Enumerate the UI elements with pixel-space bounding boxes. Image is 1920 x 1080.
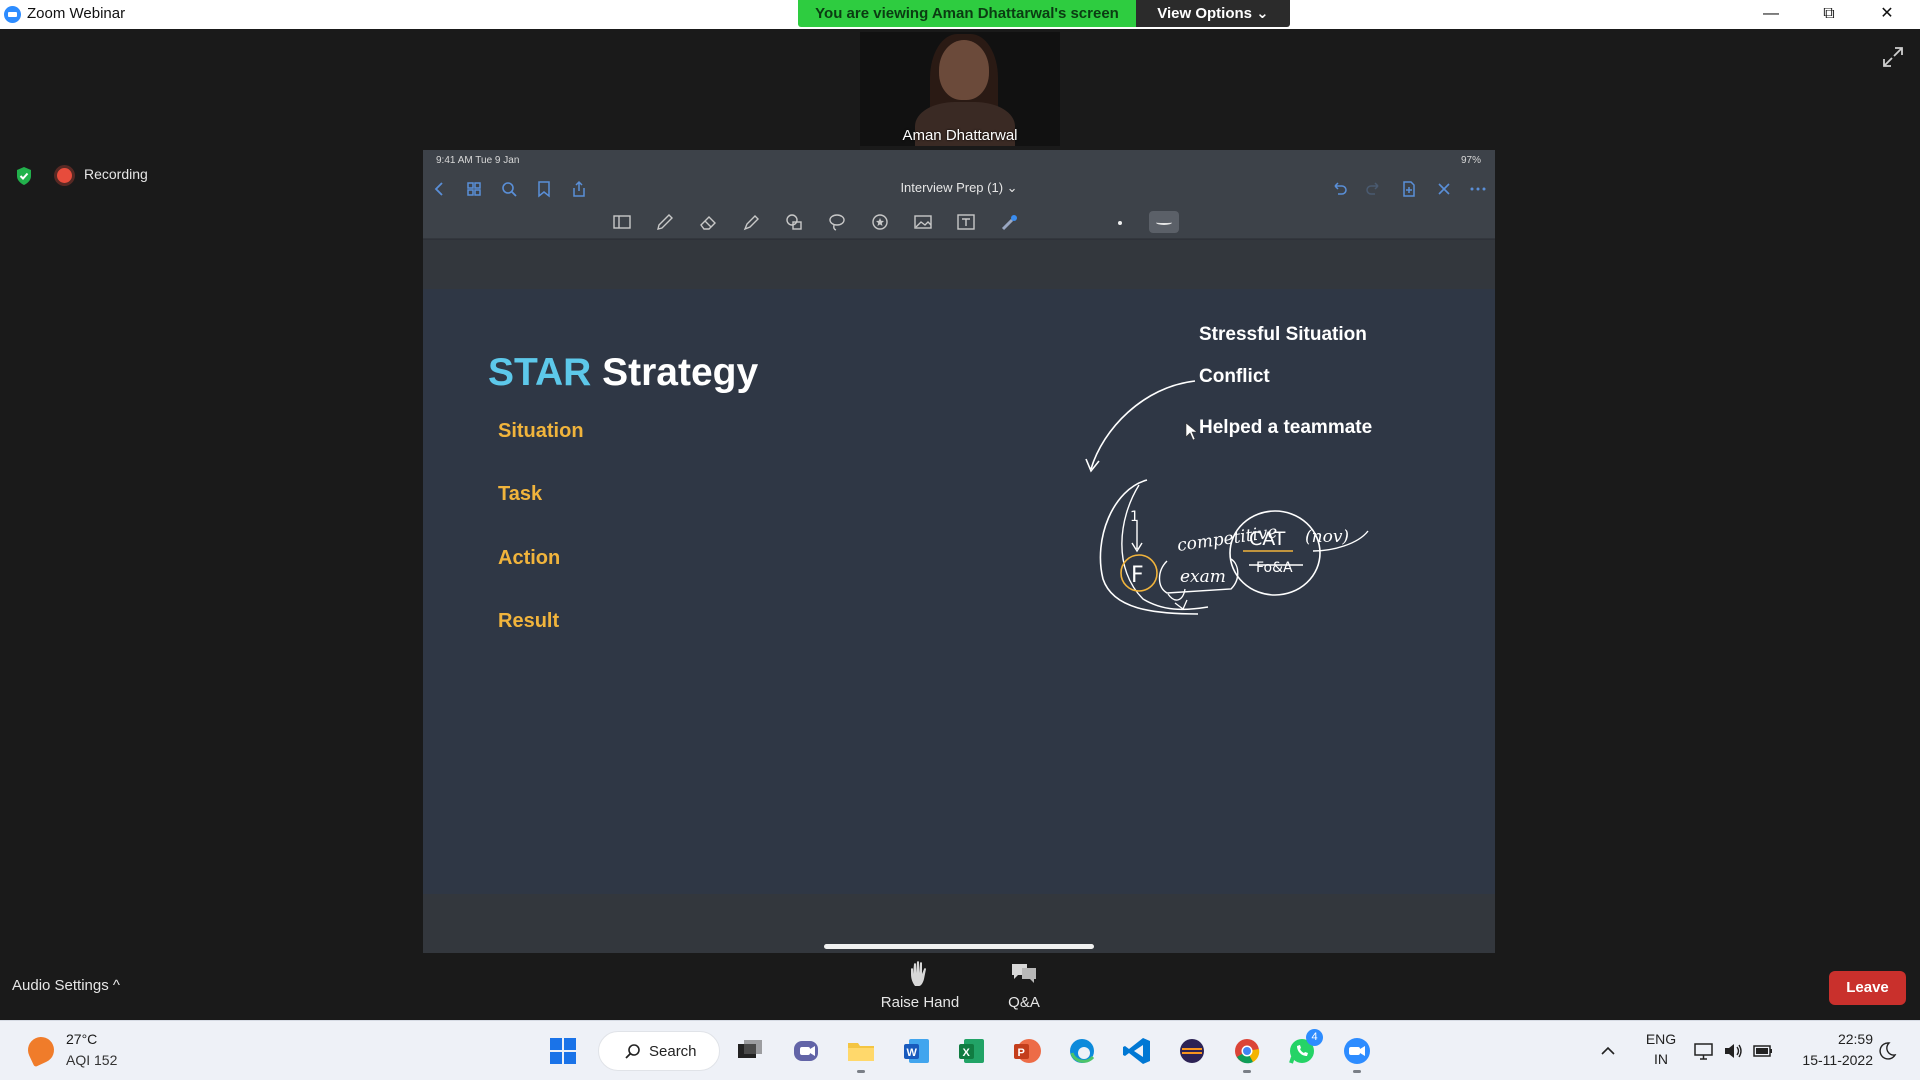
view-options-button[interactable]: View Options ⌄ [1136, 0, 1290, 27]
window-title: Zoom Webinar [27, 5, 126, 22]
clock-time[interactable]: 22:59 [1793, 1031, 1873, 1047]
shared-screen: 9:41 AM Tue 9 Jan 97% Interview Prep (1)… [423, 150, 1495, 953]
ink-down-arrow [1131, 521, 1143, 553]
zoom-icon[interactable] [1341, 1035, 1373, 1067]
stroke-style-icon[interactable] [1149, 211, 1179, 233]
zoom-webinar-window: Zoom Webinar You are viewing Aman Dhatta… [0, 0, 1920, 1080]
zoom-app-icon [4, 6, 21, 23]
ink-exam: exam [1180, 567, 1226, 587]
raise-hand-button[interactable]: Raise Hand [875, 960, 965, 1011]
raise-hand-icon [911, 961, 926, 986]
ink-number-one: 1 [1130, 509, 1139, 525]
word-icon[interactable]: W [901, 1035, 933, 1067]
title-bar: Zoom Webinar You are viewing Aman Dhatta… [0, 0, 1920, 29]
ink-nov: (nov) [1305, 527, 1349, 547]
pen-icon[interactable] [654, 212, 676, 232]
handwritten-annotations: F exam competitive CAT Fo&A (nov) 1 [1085, 380, 1369, 615]
participant-video[interactable]: Aman Dhattarwal [860, 32, 1060, 146]
image-icon[interactable] [912, 212, 934, 232]
edge-icon[interactable] [1066, 1035, 1098, 1067]
page-view-icon[interactable] [611, 212, 633, 232]
shapes-icon[interactable] [783, 212, 805, 232]
language-region[interactable]: IN [1643, 1051, 1679, 1067]
lasso-icon[interactable] [826, 212, 848, 232]
highlighter-icon[interactable] [740, 212, 762, 232]
chevron-up-icon[interactable] [1598, 1041, 1618, 1061]
page-separator [423, 240, 1495, 289]
ipad-nav-bar: Interview Prep (1) ⌄ [423, 172, 1495, 204]
taskbar-search-label: Search [649, 1043, 697, 1060]
redo-icon[interactable] [1365, 180, 1383, 198]
weather-aqi[interactable]: AQI 152 [66, 1052, 117, 1068]
slide-page: STAR Strategy Situation Task Action Resu… [423, 289, 1495, 894]
text-box-icon[interactable] [955, 212, 977, 232]
qa-button[interactable]: Q&A [979, 960, 1069, 1011]
language-code[interactable]: ENG [1643, 1031, 1679, 1047]
vscode-icon[interactable] [1121, 1035, 1153, 1067]
search-icon [625, 1044, 640, 1059]
screen-share-banner: You are viewing Aman Dhattarwal's screen [798, 0, 1136, 27]
weather-temperature[interactable]: 27°C [66, 1031, 97, 1047]
raise-hand-label: Raise Hand [880, 994, 960, 1011]
ink-letter-f: F [1131, 563, 1144, 588]
ipad-tool-bar [423, 204, 1495, 239]
windows-taskbar: 27°C AQI 152 Search W X P 4 ENG IN 22:59… [0, 1020, 1920, 1080]
sticker-icon[interactable] [869, 212, 891, 232]
recording-label: Recording [84, 166, 148, 182]
close-icon[interactable] [1435, 180, 1453, 198]
eraser-icon[interactable] [697, 212, 719, 232]
home-indicator[interactable] [824, 944, 1094, 949]
expand-icon[interactable] [1880, 44, 1906, 70]
clock-date[interactable]: 15-11-2022 [1793, 1052, 1873, 1068]
minimize-button[interactable]: — [1742, 0, 1800, 29]
laser-pointer-icon[interactable] [998, 212, 1020, 232]
windows-start-icon[interactable] [547, 1035, 579, 1067]
whatsapp-unread-badge: 4 [1306, 1029, 1323, 1046]
ink-arrow-stroke [1090, 380, 1196, 470]
qa-icon [1012, 964, 1036, 983]
add-page-icon[interactable] [1400, 180, 1418, 198]
undo-icon[interactable] [1330, 180, 1348, 198]
chrome-active-indicator [1243, 1070, 1251, 1073]
recording-icon [57, 168, 72, 183]
ipad-battery: 97% [1460, 155, 1481, 166]
ink-crossed-word: Fo&A [1256, 560, 1293, 576]
network-icon[interactable] [1693, 1040, 1715, 1062]
excel-icon[interactable]: X [956, 1035, 988, 1067]
taskbar-search[interactable]: Search [598, 1031, 720, 1071]
more-icon[interactable] [1469, 180, 1487, 198]
svg-text:X: X [963, 1047, 971, 1059]
svg-text:P: P [1018, 1047, 1025, 1059]
ipad-status-bar: 9:41 AM Tue 9 Jan 97% [423, 150, 1495, 172]
volume-icon[interactable] [1722, 1040, 1744, 1062]
participant-face [939, 40, 989, 100]
audio-settings-button[interactable]: Audio Settings ^ [12, 977, 120, 994]
powerpoint-icon[interactable]: P [1011, 1035, 1043, 1067]
file-explorer-icon[interactable] [845, 1035, 877, 1067]
restore-button[interactable]: ⧉ [1800, 0, 1858, 29]
svg-text:W: W [907, 1047, 918, 1059]
zoom-active-indicator [1353, 1070, 1361, 1073]
qa-label: Q&A [1008, 994, 1040, 1011]
notifications-icon[interactable] [1876, 1040, 1898, 1062]
battery-icon[interactable] [1752, 1040, 1774, 1062]
teams-chat-icon[interactable] [790, 1035, 822, 1067]
weather-icon[interactable] [23, 1032, 59, 1068]
eclipse-icon[interactable] [1176, 1035, 1208, 1067]
participant-name: Aman Dhattarwal [902, 127, 1018, 144]
pen-size-dot-icon[interactable] [1118, 221, 1122, 225]
leave-button[interactable]: Leave [1829, 971, 1906, 1005]
close-button[interactable]: ✕ [1858, 0, 1916, 29]
ipad-status-time: 9:41 AM Tue 9 Jan [436, 155, 520, 166]
mouse-cursor-icon [1185, 422, 1198, 441]
file-explorer-active-indicator [857, 1070, 865, 1073]
chrome-icon[interactable] [1231, 1035, 1263, 1067]
task-view-icon[interactable] [734, 1035, 766, 1067]
ink-cat: CAT [1249, 528, 1286, 550]
shield-check-icon[interactable] [15, 166, 33, 186]
